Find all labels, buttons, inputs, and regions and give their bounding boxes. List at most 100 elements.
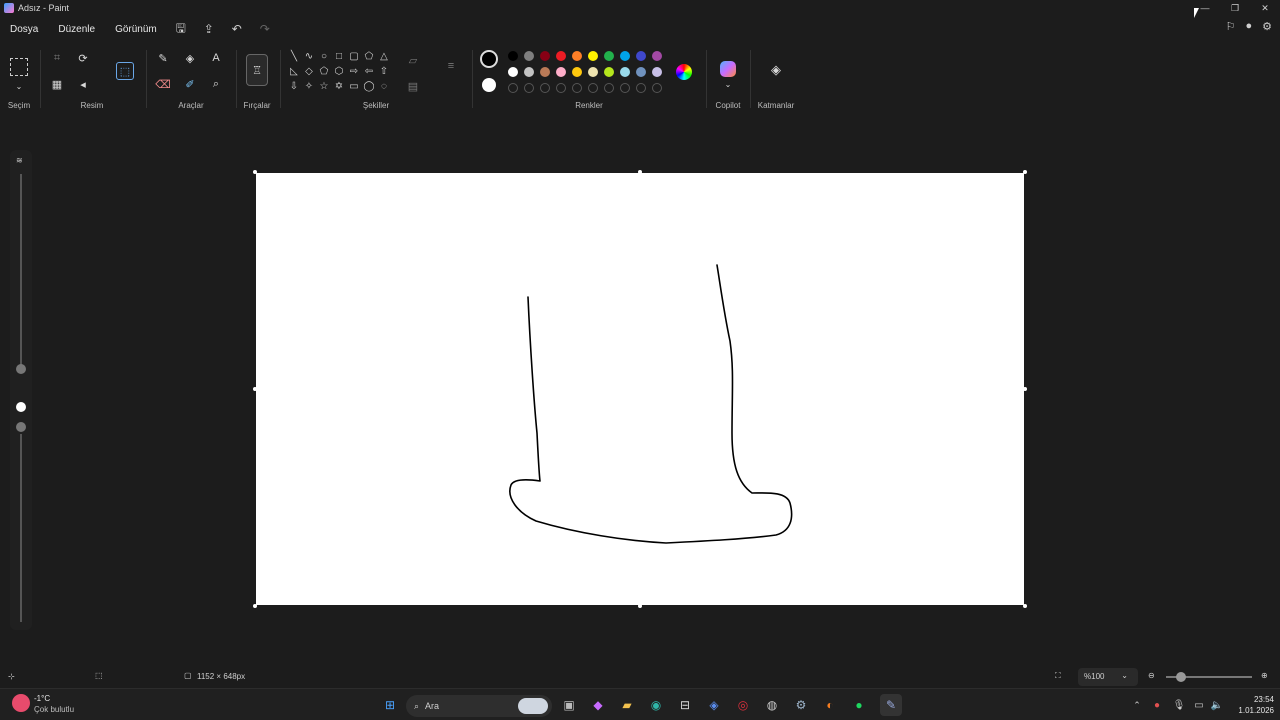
color-swatch[interactable] — [540, 67, 550, 77]
custom-color-slot[interactable] — [556, 83, 566, 93]
fill-style-icon[interactable]: ▤ — [404, 78, 422, 94]
chevron-down-icon[interactable]: ⌄ — [10, 78, 28, 94]
color-swatch[interactable] — [588, 51, 598, 61]
crop-icon[interactable]: ⌗ — [48, 50, 66, 66]
shape-callout-rect-icon[interactable]: ▭ — [348, 80, 360, 92]
settings-icon[interactable]: ⚙ — [1262, 20, 1272, 33]
shape-diamond-icon[interactable]: ◇ — [303, 65, 315, 77]
color-swatch[interactable] — [588, 67, 598, 77]
menu-view[interactable]: Görünüm — [105, 24, 167, 35]
clock-date[interactable]: 1.01.2026 — [1226, 706, 1274, 715]
resize-handle-top-right[interactable] — [1023, 170, 1027, 174]
task-view-icon[interactable]: ▣ — [560, 697, 578, 713]
shape-rounded-rectangle-icon[interactable]: ▢ — [348, 50, 360, 62]
shape-polygon-icon[interactable]: ⬠ — [363, 50, 375, 62]
windows-start-icon[interactable]: ⊞ — [381, 697, 399, 713]
store-icon[interactable]: ⊟ — [676, 697, 694, 713]
shape-rectangle-icon[interactable]: □ — [333, 50, 345, 62]
shape-star6-icon[interactable]: ✡ — [333, 80, 345, 92]
zoom-slider-knob[interactable] — [1176, 672, 1186, 682]
color-swatch[interactable] — [652, 51, 662, 61]
resize-handle-left[interactable] — [253, 387, 257, 391]
search-box[interactable]: ⌕ Ara — [406, 695, 552, 717]
shape-triangle-icon[interactable]: △ — [378, 50, 390, 62]
network-icon[interactable]: ▭ — [1190, 697, 1208, 713]
tray-app-icon[interactable]: ● — [1148, 697, 1166, 713]
eraser-icon[interactable]: ⌫ — [154, 76, 172, 92]
resize-handle-bottom-right[interactable] — [1023, 604, 1027, 608]
edit-colors-icon[interactable] — [676, 64, 692, 80]
color-swatch[interactable] — [636, 67, 646, 77]
volume-icon[interactable]: 🔈 — [1208, 697, 1226, 713]
resize-handle-bottom-left[interactable] — [253, 604, 257, 608]
zoom-in-icon[interactable]: ⊕ — [1261, 671, 1268, 680]
shape-pentagon-icon[interactable]: ⬠ — [318, 65, 330, 77]
shape-arrow-left-icon[interactable]: ⇦ — [363, 65, 375, 77]
color-swatch[interactable] — [540, 51, 550, 61]
shape-star4-icon[interactable]: ✧ — [303, 80, 315, 92]
color-picker-icon[interactable]: ✐ — [181, 76, 199, 92]
maximize-button[interactable]: ❐ — [1220, 0, 1250, 16]
custom-color-slot[interactable] — [588, 83, 598, 93]
color-swatch[interactable] — [572, 51, 582, 61]
layers-icon[interactable]: ◈ — [767, 62, 785, 78]
menu-edit[interactable]: Düzenle — [48, 24, 105, 35]
opacity-slider-track[interactable] — [20, 434, 22, 622]
undo-icon[interactable]: ↶ — [223, 22, 251, 36]
drawing-canvas[interactable] — [256, 173, 1024, 605]
custom-color-slot[interactable] — [540, 83, 550, 93]
shape-curve-icon[interactable]: ∿ — [303, 50, 315, 62]
resize-handle-top[interactable] — [638, 170, 642, 174]
shape-hexagon-icon[interactable]: ⬡ — [333, 65, 345, 77]
share-icon[interactable]: ⇪ — [195, 22, 223, 36]
shape-arrow-up-icon[interactable]: ⇧ — [378, 65, 390, 77]
redo-icon[interactable]: ↷ — [251, 22, 279, 36]
resize-handle-top-left[interactable] — [253, 170, 257, 174]
opera-icon[interactable]: ◎ — [734, 697, 752, 713]
color-swatch[interactable] — [636, 51, 646, 61]
shape-line-icon[interactable]: ╲ — [288, 50, 300, 62]
feedback-icon[interactable]: ⚐ — [1226, 20, 1236, 33]
color-swatch[interactable] — [524, 67, 534, 77]
text-icon[interactable]: A — [207, 50, 225, 66]
color-swatch[interactable] — [556, 51, 566, 61]
color-swatch[interactable] — [652, 67, 662, 77]
custom-color-slot[interactable] — [604, 83, 614, 93]
size-slider-track[interactable] — [20, 174, 22, 370]
magnifier-icon[interactable]: ⌕ — [207, 76, 225, 92]
custom-color-slot[interactable] — [620, 83, 630, 93]
shape-right-triangle-icon[interactable]: ◺ — [288, 65, 300, 77]
account-icon[interactable]: ● — [1245, 20, 1252, 33]
custom-color-slot[interactable] — [636, 83, 646, 93]
shape-callout-oval-icon[interactable]: ◯ — [363, 80, 375, 92]
color-swatch[interactable] — [524, 51, 534, 61]
rotate-icon[interactable]: ⟳ — [74, 50, 92, 66]
edge-icon[interactable]: ◉ — [647, 697, 665, 713]
custom-color-slot[interactable] — [652, 83, 662, 93]
chevron-up-icon[interactable]: ⌃ — [1128, 697, 1146, 713]
brush-icon[interactable]: ♖ — [246, 54, 268, 86]
resize-icon[interactable]: ▦ — [48, 76, 66, 92]
clock-time[interactable]: 23:54 — [1238, 695, 1274, 704]
paint-taskbar-icon[interactable]: ✎ — [880, 694, 902, 716]
primary-color[interactable] — [480, 50, 498, 68]
custom-color-slot[interactable] — [572, 83, 582, 93]
steam-icon[interactable]: ⚙ — [792, 697, 810, 713]
fit-to-window-icon[interactable]: ⛶ — [1055, 671, 1061, 681]
secondary-color[interactable] — [482, 78, 496, 92]
custom-color-slot[interactable] — [524, 83, 534, 93]
custom-color-slot[interactable] — [508, 83, 518, 93]
color-swatch[interactable] — [604, 67, 614, 77]
microphone-icon[interactable]: 🎙 — [1170, 697, 1188, 713]
copilot-app-icon[interactable]: ◆ — [589, 697, 607, 713]
blender-icon[interactable]: ◐ — [821, 697, 839, 713]
color-swatch[interactable] — [604, 51, 614, 61]
app-icon[interactable]: ◈ — [705, 697, 723, 713]
zoom-out-icon[interactable]: ⊖ — [1148, 671, 1155, 680]
close-button[interactable]: ✕ — [1250, 0, 1280, 16]
file-explorer-icon[interactable]: ▰ — [618, 697, 636, 713]
color-swatch[interactable] — [508, 67, 518, 77]
color-swatch[interactable] — [556, 67, 566, 77]
shape-star5-icon[interactable]: ☆ — [318, 80, 330, 92]
opacity-slider-knob[interactable] — [16, 422, 26, 432]
